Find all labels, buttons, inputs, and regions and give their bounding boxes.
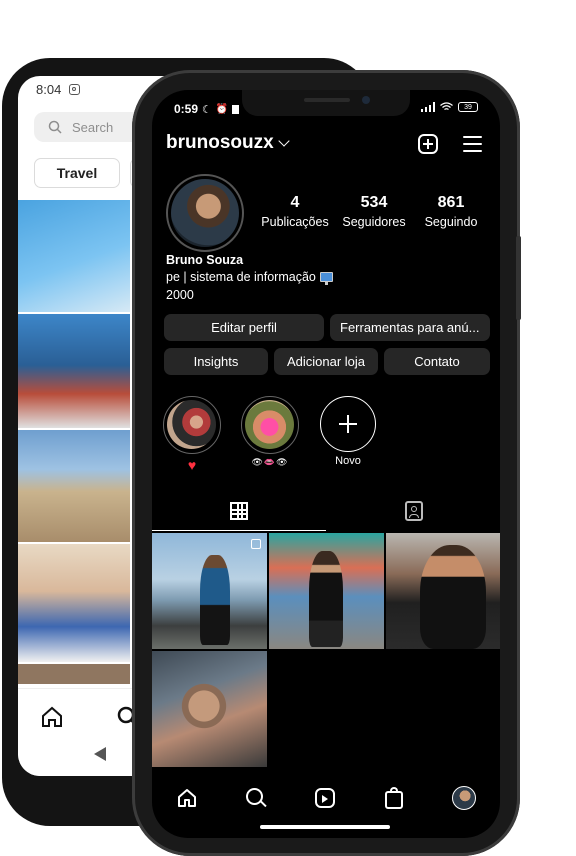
battery-icon: 39 bbox=[458, 102, 478, 112]
ad-tools-button[interactable]: Ferramentas para anú... bbox=[330, 314, 490, 341]
front-camera bbox=[362, 96, 370, 104]
new-highlight-button[interactable]: Novo bbox=[318, 396, 378, 467]
highlight-cover bbox=[163, 396, 221, 454]
home-icon[interactable] bbox=[176, 787, 198, 809]
explore-image[interactable] bbox=[18, 314, 130, 428]
status-bar-right: 39 bbox=[421, 102, 478, 112]
avatar-photo bbox=[171, 179, 239, 247]
post-thumbnail[interactable] bbox=[269, 533, 384, 649]
stat-following[interactable]: 861 Seguindo bbox=[414, 194, 488, 229]
explore-tab-travel[interactable]: Travel bbox=[34, 158, 120, 188]
search-icon[interactable] bbox=[245, 787, 267, 809]
reels-icon[interactable] bbox=[314, 787, 336, 809]
bottom-nav bbox=[152, 778, 500, 818]
stat-value: 861 bbox=[437, 194, 465, 211]
signal-icon bbox=[421, 102, 435, 112]
tagged-photos-icon[interactable] bbox=[405, 501, 423, 521]
shop-icon[interactable] bbox=[383, 787, 405, 809]
explore-image[interactable] bbox=[18, 544, 130, 662]
explore-image[interactable] bbox=[18, 200, 130, 312]
highlight-label: Novo bbox=[335, 455, 361, 467]
insights-button[interactable]: Insights bbox=[164, 348, 268, 375]
wifi-icon bbox=[440, 102, 453, 111]
stat-label: Publicações bbox=[261, 215, 329, 229]
back-status-bar: 8:04 bbox=[36, 82, 81, 97]
chevron-down-icon bbox=[278, 134, 290, 147]
add-shop-button[interactable]: Adicionar loja bbox=[274, 348, 378, 375]
moon-icon: ☾ bbox=[202, 103, 212, 116]
phone-side-button bbox=[516, 236, 521, 320]
home-icon[interactable] bbox=[40, 705, 64, 729]
stat-followers[interactable]: 534 Seguidores bbox=[338, 194, 410, 229]
highlight-label: ♥ bbox=[187, 457, 197, 473]
post-thumbnail[interactable] bbox=[152, 533, 267, 649]
status-bar-left: 0:59 ☾ ⏰ bbox=[174, 102, 240, 116]
bio-text: pe | sistema de informação bbox=[166, 270, 316, 284]
stat-value: 534 bbox=[360, 194, 388, 211]
highlight-label: 👁👄👁 bbox=[251, 457, 289, 467]
hamburger-menu-icon[interactable] bbox=[463, 136, 482, 152]
contact-button[interactable]: Contato bbox=[384, 348, 490, 375]
search-icon bbox=[48, 120, 62, 134]
grid-icon[interactable] bbox=[230, 502, 248, 520]
stat-posts[interactable]: 4 Publicações bbox=[260, 194, 330, 229]
story-highlight[interactable]: ♥ bbox=[162, 396, 222, 473]
profile-tabs bbox=[152, 494, 500, 532]
back-status-time: 8:04 bbox=[36, 82, 62, 97]
explore-image[interactable] bbox=[18, 664, 130, 684]
profile-avatar[interactable] bbox=[166, 174, 244, 252]
search-placeholder: Search bbox=[72, 119, 114, 135]
stat-label: Seguindo bbox=[424, 215, 478, 229]
story-highlight[interactable]: 👁👄👁 bbox=[240, 396, 300, 468]
bio-year: 2000 bbox=[166, 288, 194, 302]
notch bbox=[242, 90, 410, 116]
post-thumbnail[interactable] bbox=[386, 533, 500, 649]
status-time: 0:59 bbox=[174, 102, 199, 116]
profile-screen: 0:59 ☾ ⏰ 39 brunosouzx 4 Publicações 534… bbox=[152, 90, 500, 838]
username-text: brunosouzx bbox=[166, 132, 274, 153]
create-post-icon[interactable] bbox=[418, 134, 438, 154]
active-tab-indicator bbox=[152, 530, 326, 531]
carousel-icon bbox=[251, 539, 261, 549]
stat-label: Seguidores bbox=[342, 215, 406, 229]
android-back-icon[interactable] bbox=[94, 747, 106, 761]
edit-profile-button[interactable]: Editar perfil bbox=[164, 314, 324, 341]
profile-avatar-icon[interactable] bbox=[452, 786, 477, 810]
home-indicator[interactable] bbox=[260, 825, 390, 829]
plus-icon bbox=[320, 396, 376, 452]
profile-username[interactable]: brunosouzx bbox=[166, 132, 290, 154]
alarm-icon: ⏰ bbox=[215, 103, 229, 115]
explore-image[interactable] bbox=[18, 430, 130, 542]
instagram-icon bbox=[69, 84, 81, 95]
bio-line: pe | sistema de informação bbox=[166, 270, 333, 285]
post-thumbnail[interactable] bbox=[152, 651, 267, 767]
computer-icon bbox=[319, 272, 333, 285]
file-icon bbox=[232, 104, 240, 114]
stat-value: 4 bbox=[290, 194, 300, 211]
highlight-cover bbox=[241, 396, 299, 454]
speaker bbox=[304, 98, 350, 102]
profile-name: Bruno Souza bbox=[166, 253, 244, 267]
